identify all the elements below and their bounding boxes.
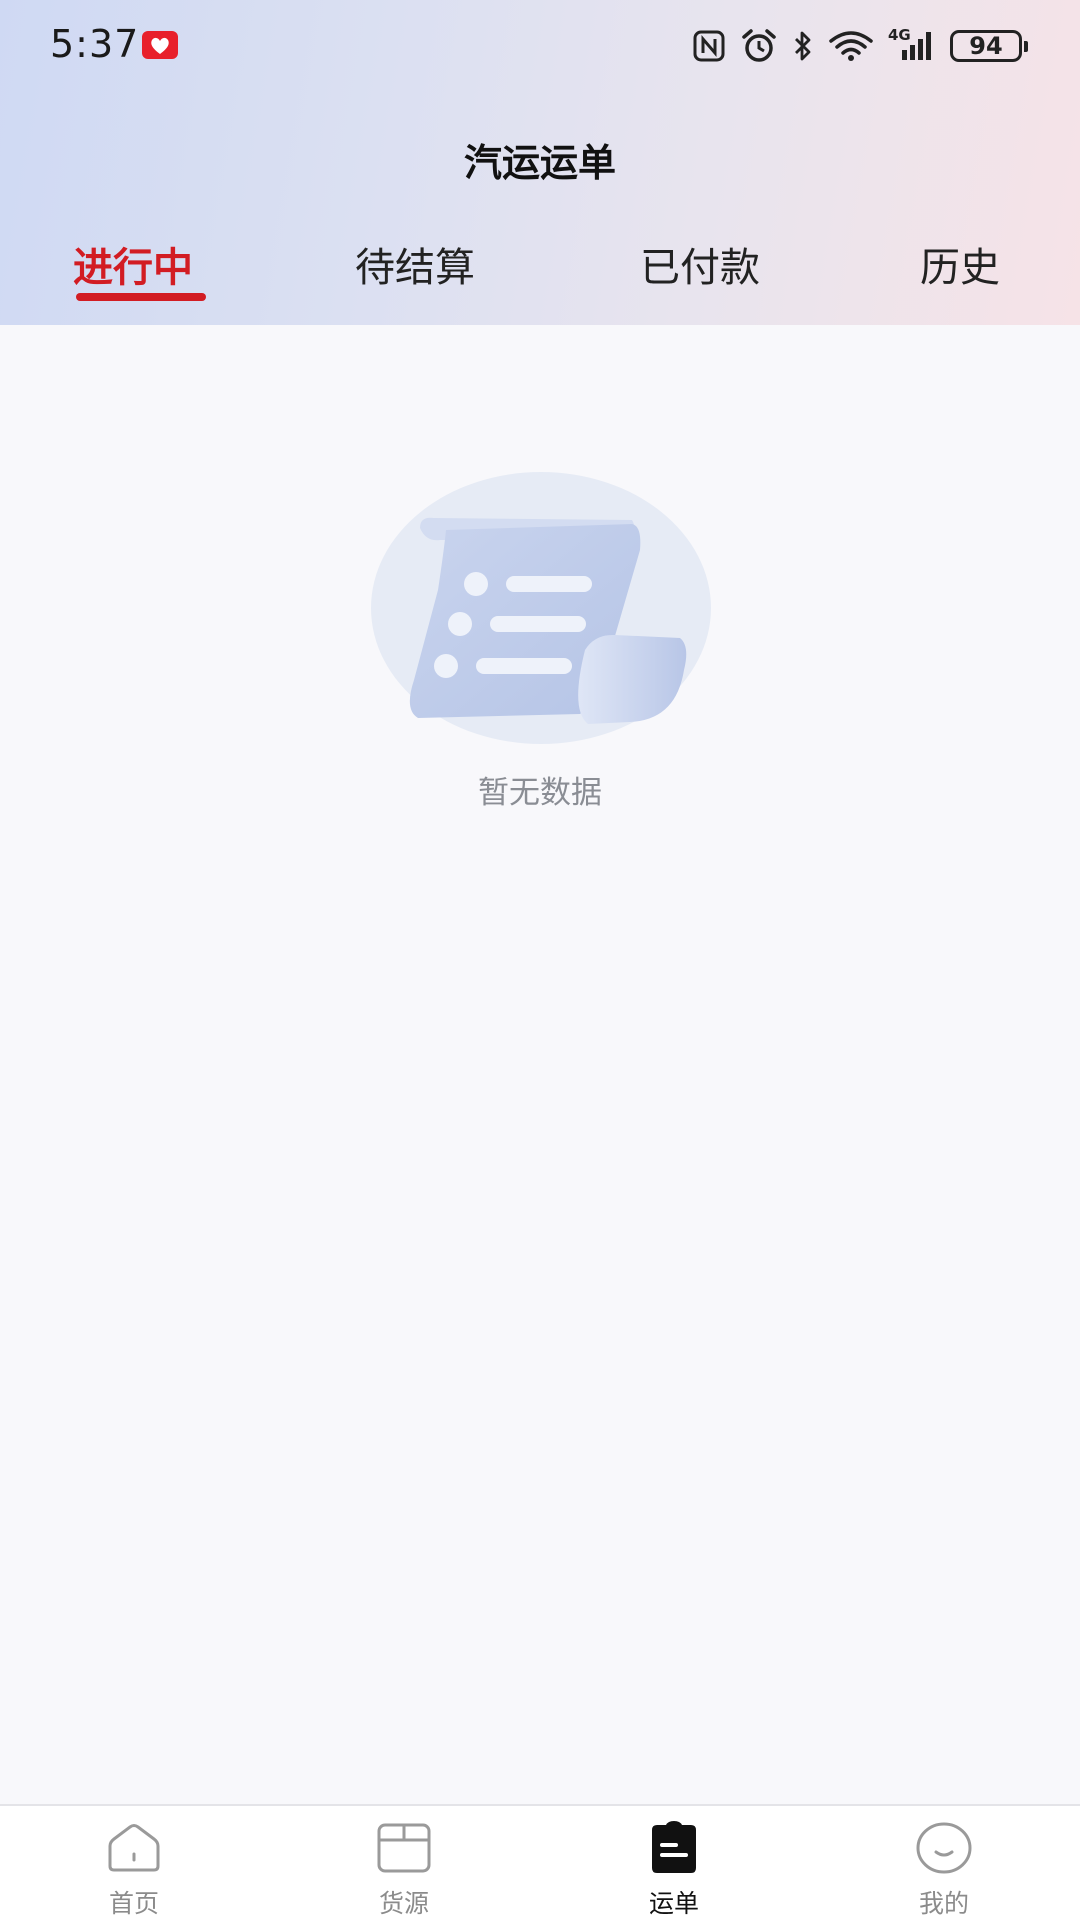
nav-label-cargo: 货源	[378, 1889, 429, 1918]
nav-label-home: 首页	[108, 1889, 159, 1918]
status-bar: 5:37 4G 94	[0, 0, 1080, 92]
app-screen: 5:37 4G 94 汽运运单 进行中 待结算 已付款 历史 暂无数据 首页 货…	[0, 0, 1080, 1920]
active-tab-indicator	[76, 293, 206, 301]
battery-icon: 94	[950, 30, 1028, 62]
alarm-icon	[740, 28, 778, 64]
nav-item-home[interactable]: 首页	[34, 1806, 234, 1920]
profile-icon	[914, 1820, 974, 1876]
tab-pending-settlement[interactable]: 待结算	[355, 235, 475, 305]
box-icon	[374, 1820, 434, 1876]
home-icon	[104, 1820, 164, 1876]
page-title: 汽运运单	[463, 141, 616, 185]
tab-bar: 进行中 待结算 已付款 历史	[0, 235, 1080, 325]
tab-paid[interactable]: 已付款	[640, 235, 760, 305]
app-notification-icon	[142, 31, 178, 59]
empty-scroll-illustration	[370, 470, 712, 750]
bluetooth-icon	[792, 29, 814, 63]
nfc-icon	[692, 29, 726, 63]
status-time: 5:37	[50, 22, 140, 66]
status-icons: 4G 94	[692, 26, 1028, 66]
empty-state-message: 暂无数据	[478, 775, 602, 811]
nav-label-profile: 我的	[918, 1889, 969, 1918]
tab-history[interactable]: 历史	[920, 235, 1000, 305]
nav-item-cargo[interactable]: 货源	[304, 1806, 504, 1920]
nav-label-waybill: 运单	[648, 1889, 699, 1918]
bottom-nav: 首页 货源 运单 我的	[0, 1804, 1080, 1920]
nav-item-profile[interactable]: 我的	[844, 1806, 1044, 1920]
waybill-icon	[644, 1820, 704, 1876]
wifi-icon	[828, 29, 874, 63]
header: 5:37 4G 94 汽运运单 进行中 待结算 已付款 历史	[0, 0, 1080, 325]
cellular-signal-icon: 4G	[888, 26, 936, 64]
nav-item-waybill[interactable]: 运单	[574, 1806, 774, 1920]
